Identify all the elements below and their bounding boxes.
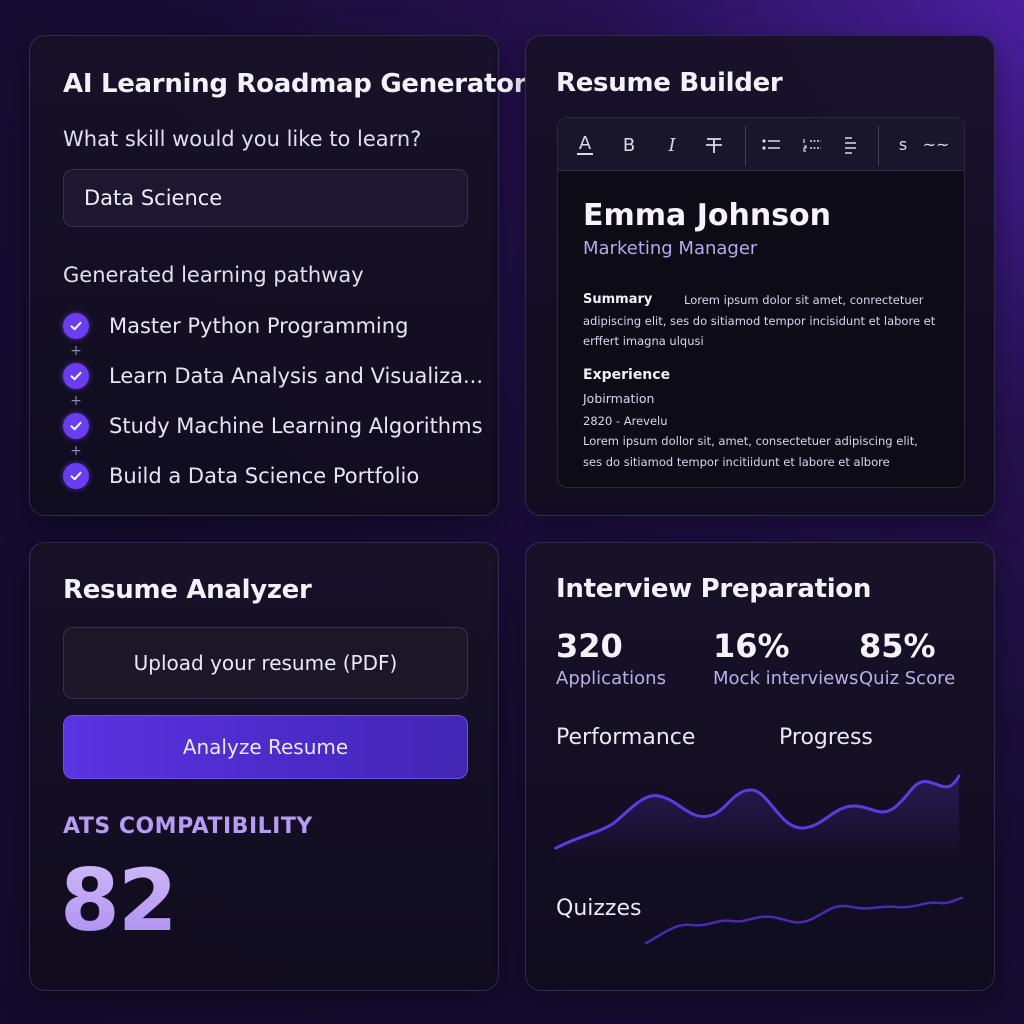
job-dates[interactable]: 2820 - Arevelu (583, 411, 668, 432)
bold-icon[interactable]: B (614, 118, 644, 171)
pathway-step[interactable]: Study Machine Learning Algorithms (63, 411, 489, 441)
align-icon[interactable] (836, 118, 866, 171)
strike-s-icon[interactable]: s (888, 118, 918, 171)
italic-icon[interactable]: I (657, 118, 687, 171)
stat-value-mock-interviews: 16% (713, 627, 790, 665)
stat-label-quiz-score: Quiz Score (859, 668, 956, 689)
summary-text-line[interactable]: erffert imagna ulqusi (583, 331, 704, 352)
quizzes-line (644, 896, 964, 945)
pathway-step-label: Learn Data Analysis and Visualiza... (109, 364, 484, 388)
roadmap-card: AI Learning Roadmap Generator What skill… (29, 35, 527, 516)
resume-builder-card: Resume Builder A B I s ~~ Emma Johnson M… (525, 35, 995, 516)
performance-label: Performance (556, 725, 696, 750)
analyzer-title: Resume Analyzer (63, 575, 312, 605)
svg-text:I: I (667, 135, 676, 156)
summary-heading[interactable]: Summary (583, 292, 652, 307)
stat-label-applications: Applications (556, 668, 666, 689)
check-circle-icon (63, 363, 89, 389)
check-circle-icon (63, 313, 89, 339)
skill-input[interactable] (63, 169, 468, 227)
quizzes-trend-line (644, 896, 964, 945)
progress-label: Progress (779, 725, 873, 750)
text-color-icon[interactable]: A (570, 118, 600, 171)
connector-plus-icon: + (70, 343, 82, 359)
summary-text-line[interactable]: adipiscing elit, ses do sitiamod tempor … (583, 311, 935, 332)
skill-question: What skill would you like to learn? (63, 127, 422, 151)
experience-heading[interactable]: Experience (583, 367, 670, 383)
summary-text-line[interactable]: Lorem ipsum dolor sit amet, conrectetuer (684, 290, 923, 311)
interview-prep-card: Interview Preparation 320 Applications 1… (525, 542, 995, 991)
builder-title: Resume Builder (556, 68, 783, 98)
toolbar-divider (878, 126, 879, 166)
toolbar-divider (745, 126, 746, 166)
resume-editor[interactable]: A B I s ~~ Emma Johnson Marketing Manage… (557, 117, 965, 488)
upload-resume-button[interactable]: Upload your resume (PDF) (63, 627, 468, 699)
stat-value-quiz-score: 85% (859, 627, 936, 665)
resume-name[interactable]: Emma Johnson (583, 198, 831, 233)
check-circle-icon (63, 413, 89, 439)
experience-text-line[interactable]: Lorem ipsum dollor sit, amet, consectetu… (583, 431, 918, 452)
pathway-step[interactable]: Build a Data Science Portfolio (63, 461, 489, 491)
pathway-step[interactable]: Master Python Programming (63, 311, 489, 341)
svg-text:A: A (579, 133, 592, 154)
analyze-resume-button[interactable]: Analyze Resume (63, 715, 468, 779)
ats-compatibility-label: ATS COMPATIBILITY (63, 814, 313, 839)
numbered-list-icon[interactable] (798, 118, 828, 171)
pathway-heading: Generated learning pathway (63, 263, 364, 287)
quizzes-label: Quizzes (556, 896, 642, 921)
editor-toolbar: A B I s ~~ (558, 118, 964, 171)
strikethrough-icon[interactable] (699, 118, 729, 171)
pathway-step-label: Study Machine Learning Algorithms (109, 414, 483, 438)
experience-text-line[interactable]: ses do sitiamod tempor incitiidunt et la… (583, 452, 890, 473)
pathway-step-label: Build a Data Science Portfolio (109, 464, 420, 488)
resume-analyzer-card: Resume Analyzer Upload your resume (PDF)… (29, 542, 499, 991)
resume-role[interactable]: Marketing Manager (583, 238, 757, 259)
ats-score: 82 (60, 851, 178, 951)
check-circle-icon (63, 463, 89, 489)
bullet-list-icon[interactable] (757, 118, 787, 171)
more-icon[interactable]: ~~ (919, 118, 953, 171)
roadmap-title: AI Learning Roadmap Generator (63, 69, 527, 99)
job-title[interactable]: Jobirmation (583, 389, 654, 410)
connector-plus-icon: + (70, 393, 82, 409)
pathway-step-label: Master Python Programming (109, 314, 409, 338)
svg-text:B: B (623, 135, 635, 156)
stat-value-applications: 320 (556, 627, 623, 665)
connector-plus-icon: + (70, 443, 82, 459)
pathway-step[interactable]: Learn Data Analysis and Visualiza... (63, 361, 489, 391)
performance-trend-line (554, 774, 961, 863)
stat-label-mock-interviews: Mock interviews (713, 668, 859, 689)
interview-title: Interview Preparation (556, 574, 872, 604)
